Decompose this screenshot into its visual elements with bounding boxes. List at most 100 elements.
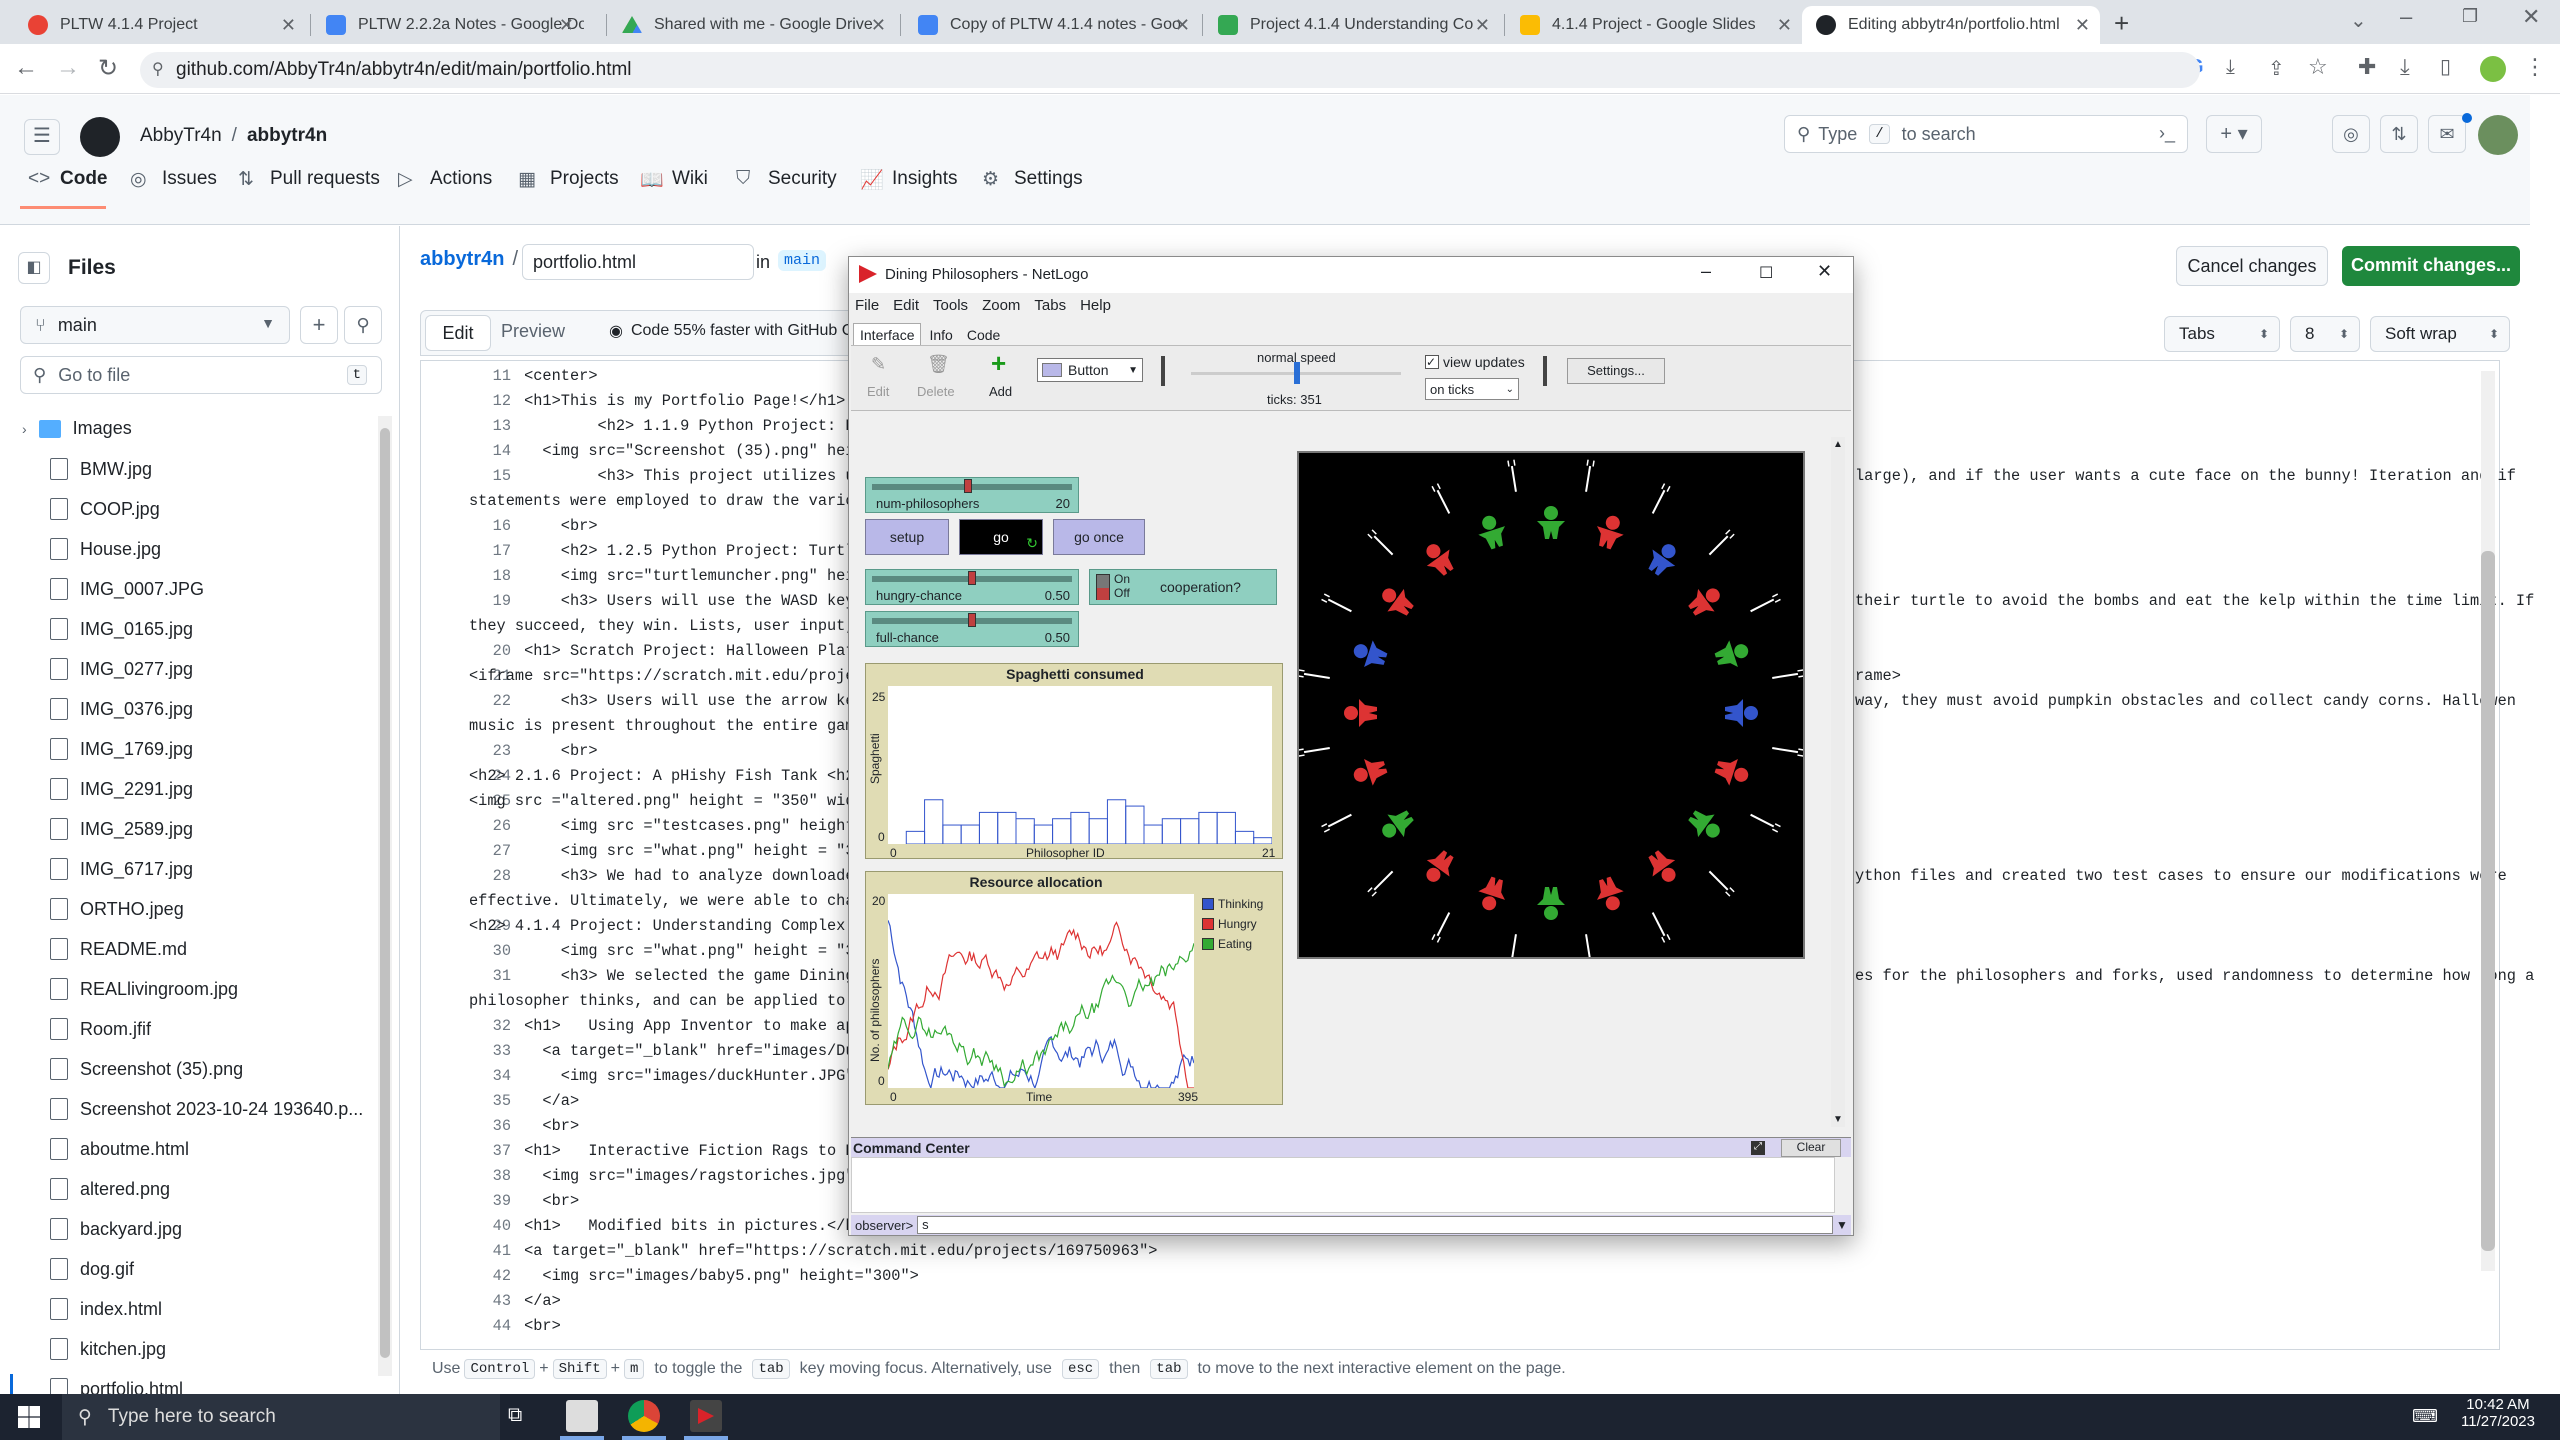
- code-line[interactable]: <h1> Scratch Project: Halloween Platfo: [469, 642, 873, 660]
- tab-info[interactable]: Info: [921, 324, 960, 346]
- close-tab-icon[interactable]: ✕: [1175, 15, 1190, 36]
- code-line[interactable]: they succeed, they win. Lists, user inpu…: [469, 617, 855, 635]
- go-button[interactable]: go ↻: [959, 519, 1043, 555]
- code-line[interactable]: <a target="_blank" href="images/Duck: [469, 1042, 872, 1060]
- edit-button[interactable]: Edit: [867, 384, 889, 399]
- browser-tab[interactable]: Copy of PLTW 4.1.4 notes - Goo ✕: [904, 6, 1200, 44]
- view-updates-checkbox[interactable]: ✓ view updates: [1425, 354, 1525, 370]
- nav-wiki[interactable]: 📖 Wiki: [640, 168, 708, 191]
- code-line[interactable]: <h1>This is my Portfolio Page!</h1>: [469, 392, 845, 410]
- share-icon[interactable]: ⇪: [2268, 56, 2285, 81]
- command-palette-icon[interactable]: ›_: [2159, 123, 2175, 144]
- code-line[interactable]: <img src="images/ragstoriches.jpg" h: [469, 1167, 872, 1185]
- tab-search-icon[interactable]: ⌄: [2350, 8, 2367, 33]
- file-item[interactable]: IMG_6717.jpg: [50, 858, 193, 880]
- widget-type-select[interactable]: Button ▼: [1037, 358, 1143, 382]
- close-window-icon[interactable]: ✕: [2522, 4, 2540, 30]
- file-item[interactable]: IMG_2291.jpg: [50, 778, 193, 800]
- slider-thumb[interactable]: [968, 613, 976, 627]
- collapse-sidebar-icon[interactable]: ◧: [18, 252, 50, 284]
- search-icon[interactable]: ⚲: [344, 306, 382, 344]
- folder-images[interactable]: › Images: [22, 418, 132, 439]
- file-item[interactable]: IMG_0376.jpg: [50, 698, 193, 720]
- netlogo-taskbar-icon[interactable]: [690, 1400, 722, 1432]
- menu-edit[interactable]: Edit: [893, 297, 919, 314]
- file-item[interactable]: aboutme.html: [50, 1138, 189, 1160]
- menu-file[interactable]: File: [855, 297, 879, 314]
- code-line[interactable]: <center>: [469, 367, 597, 385]
- command-input[interactable]: s: [917, 1216, 1833, 1234]
- indent-size-select[interactable]: 8 ⬍: [2290, 316, 2360, 352]
- code-line-continuation[interactable]: their turtle to avoid the bombs and eat …: [1855, 592, 2534, 610]
- side-panel-icon[interactable]: ▯: [2440, 54, 2451, 79]
- task-view-icon[interactable]: ⧉: [508, 1404, 522, 1427]
- nav-security[interactable]: ⛉ Security: [736, 168, 837, 190]
- taskbar-search-box[interactable]: ⚲ Type here to search: [62, 1394, 500, 1440]
- editor-scrollbar[interactable]: [2481, 371, 2495, 1271]
- cooperation-switch[interactable]: On Off cooperation?: [1089, 569, 1277, 605]
- code-line[interactable]: <img src="images/baby5.png" height="300"…: [469, 1267, 918, 1285]
- forward-icon[interactable]: →: [56, 54, 80, 82]
- go-once-button[interactable]: go once: [1053, 519, 1145, 555]
- code-line[interactable]: statements were employed to draw the var…: [469, 492, 855, 510]
- code-line[interactable]: <a target="_blank" href="https://scratch…: [469, 1242, 1157, 1260]
- file-item[interactable]: README.md: [50, 938, 187, 960]
- code-line[interactable]: <br>: [469, 742, 598, 760]
- file-item[interactable]: dog.gif: [50, 1258, 134, 1280]
- file-item[interactable]: IMG_0165.jpg: [50, 618, 193, 640]
- code-line[interactable]: <h2> 4.1.4 Project: Understanding Comple…: [469, 917, 855, 935]
- browser-tab[interactable]: Project 4.1.4 Understanding Co ✕: [1204, 6, 1500, 44]
- file-item[interactable]: IMG_1769.jpg: [50, 738, 193, 760]
- file-item[interactable]: kitchen.jpg: [50, 1338, 166, 1360]
- chrome-menu-icon[interactable]: ⋮: [2524, 54, 2546, 80]
- code-line[interactable]: <img src ="altered.png" height = "350" w…: [469, 792, 855, 810]
- code-line[interactable]: philosopher thinks, and can be applied t…: [469, 992, 855, 1010]
- copilot-promo[interactable]: ◉ Code 55% faster with GitHub Co: [609, 321, 862, 341]
- extensions-icon[interactable]: ✚: [2358, 54, 2376, 80]
- slider-hungry-chance[interactable]: hungry-chance 0.50: [865, 569, 1079, 605]
- code-line[interactable]: <h3> Users will use the WASD keys: [469, 592, 873, 610]
- close-tab-icon[interactable]: ✕: [1777, 15, 1792, 36]
- chrome-icon[interactable]: [628, 1400, 660, 1432]
- add-file-icon[interactable]: +: [300, 306, 338, 344]
- file-explorer-icon[interactable]: [566, 1400, 598, 1432]
- windows-start-icon[interactable]: [18, 1406, 40, 1428]
- filename-input[interactable]: portfolio.html: [522, 244, 754, 280]
- clear-button[interactable]: Clear: [1781, 1139, 1841, 1157]
- file-item[interactable]: index.html: [50, 1298, 162, 1320]
- code-line[interactable]: <h2> 2.1.6 Project: A pHishy Fish Tank <…: [469, 767, 855, 785]
- code-line[interactable]: </a>: [469, 1092, 579, 1110]
- close-icon[interactable]: ✕: [1817, 261, 1832, 282]
- go-to-file-input[interactable]: ⚲ Go to file t: [20, 356, 382, 394]
- code-line[interactable]: <h3> Users will use the arrow keys: [469, 692, 882, 710]
- world-view[interactable]: [1297, 451, 1805, 959]
- code-line[interactable]: <img src ="what.png" height = "350: [469, 942, 873, 960]
- file-item[interactable]: BMW.jpg: [50, 458, 152, 480]
- user-avatar[interactable]: [2478, 115, 2518, 155]
- minimize-icon[interactable]: –: [1701, 261, 1711, 282]
- code-line[interactable]: <h3> We had to analyze downloaded: [469, 867, 873, 885]
- switch-toggle[interactable]: [1096, 574, 1110, 600]
- issues-icon[interactable]: ◎: [2332, 115, 2370, 153]
- keyboard-icon[interactable]: ⌨: [2412, 1406, 2438, 1427]
- slider-full-chance[interactable]: full-chance 0.50: [865, 611, 1079, 647]
- code-line[interactable]: <img src ="what.png" height = "350: [469, 842, 873, 860]
- profile-avatar[interactable]: [2480, 56, 2506, 82]
- code-line-continuation[interactable]: ython files and created two test cases t…: [1855, 867, 2507, 885]
- close-tab-icon[interactable]: ✕: [559, 15, 574, 36]
- reload-icon[interactable]: ↻: [98, 54, 118, 83]
- nav-settings[interactable]: ⚙ Settings: [982, 168, 1083, 190]
- repo-breadcrumb[interactable]: abbytr4n: [420, 248, 504, 271]
- code-line[interactable]: music is present throughout the entire g…: [469, 717, 855, 735]
- update-mode-select[interactable]: on ticks ⌄: [1425, 378, 1519, 400]
- code-line-continuation[interactable]: large), and if the user wants a cute fac…: [1855, 467, 2516, 485]
- code-line[interactable]: <h3> We selected the game Dining P: [469, 967, 873, 985]
- downloads-icon[interactable]: ⤓: [2400, 54, 2410, 80]
- file-item[interactable]: IMG_0007.JPG: [50, 578, 204, 600]
- code-line[interactable]: <h1> Using App Inventor to make app: [469, 1017, 873, 1035]
- code-line[interactable]: <iframe src="https://scratch.mit.edu/pro…: [469, 667, 855, 685]
- code-line[interactable]: <h3> This project utilizes use: [469, 467, 873, 485]
- wrap-mode-select[interactable]: Soft wrap ⬍: [2370, 316, 2510, 352]
- code-line[interactable]: <br>: [469, 1317, 561, 1335]
- code-line[interactable]: <img src ="testcases.png" height =: [469, 817, 873, 835]
